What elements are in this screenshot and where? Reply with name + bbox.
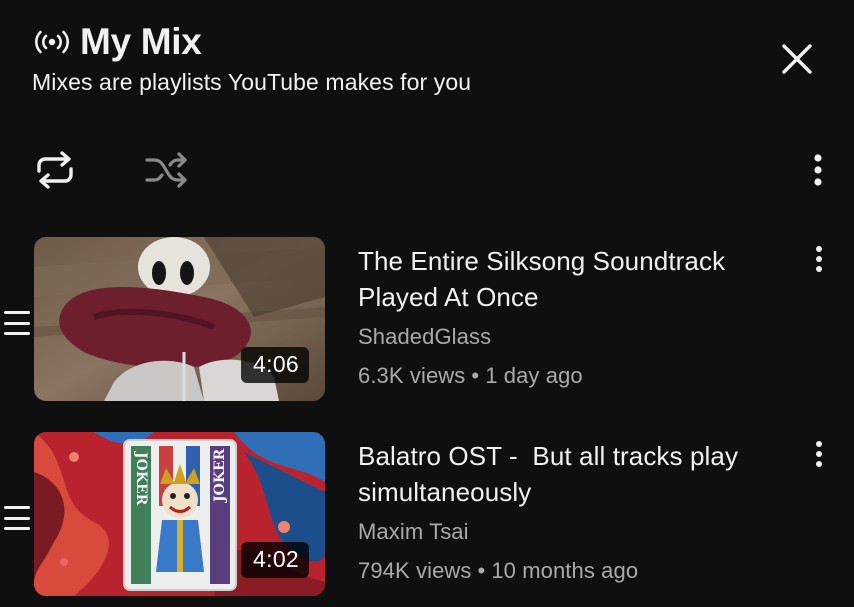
joker-card-text: JOKER	[133, 450, 149, 506]
mix-header: My Mix Mixes are playlists YouTube makes…	[32, 21, 854, 96]
shuffle-button[interactable]	[142, 146, 192, 194]
video-duration: 4:06	[241, 347, 309, 383]
view-count: 794K views	[358, 558, 472, 583]
close-icon	[782, 44, 812, 74]
video-title-line: Balatro OST - But all tracks play	[358, 441, 739, 471]
video-title-line: simultaneously	[358, 477, 532, 507]
broadcast-icon	[32, 30, 72, 54]
video-more-button[interactable]	[806, 241, 832, 277]
title-row: My Mix	[32, 21, 854, 62]
view-count: 6.3K views	[358, 363, 466, 388]
video-title-line: The Entire Silksong Soundtrack	[358, 246, 726, 276]
mix-panel: My Mix Mixes are playlists YouTube makes…	[0, 0, 854, 607]
video-thumbnail[interactable]: JOKER JOKER 4:02	[34, 432, 325, 596]
video-thumbnail[interactable]: 4:06	[34, 237, 325, 401]
video-meta: Balatro OST - But all tracks play simult…	[358, 438, 788, 584]
shuffle-icon	[145, 152, 187, 188]
video-stats: 794K views • 10 months ago	[358, 558, 788, 584]
playlist-item[interactable]: JOKER JOKER 4:02 Balatro OST - But all t…	[0, 432, 854, 598]
more-vertical-icon	[816, 441, 822, 467]
video-title-line: Played At Once	[358, 282, 539, 312]
video-duration: 4:02	[241, 542, 309, 578]
close-button[interactable]	[776, 38, 818, 80]
separator-dot: •	[477, 558, 486, 583]
playlist-item[interactable]: 4:06 The Entire Silksong Soundtrack Play…	[0, 237, 854, 403]
loop-button[interactable]	[30, 146, 80, 194]
upload-age: 10 months ago	[491, 558, 639, 583]
video-title[interactable]: The Entire Silksong Soundtrack Played At…	[358, 243, 788, 315]
drag-handle-icon[interactable]	[4, 506, 30, 530]
video-stats: 6.3K views • 1 day ago	[358, 363, 788, 389]
drag-handle-icon[interactable]	[4, 311, 30, 335]
upload-age: 1 day ago	[485, 363, 583, 388]
playlist-controls	[30, 146, 830, 194]
more-vertical-icon	[816, 246, 822, 272]
more-vertical-icon	[814, 154, 822, 186]
channel-name: ShadedGlass	[358, 324, 492, 349]
video-meta: The Entire Silksong Soundtrack Played At…	[358, 243, 788, 389]
page-subtitle: Mixes are playlists YouTube makes for yo…	[32, 69, 472, 95]
joker-card-text: JOKER	[212, 448, 228, 504]
separator-dot: •	[471, 363, 480, 388]
video-title[interactable]: Balatro OST - But all tracks play simult…	[358, 438, 788, 510]
playlist-more-button[interactable]	[800, 146, 836, 194]
page-title: My Mix	[80, 21, 202, 62]
loop-icon	[37, 151, 73, 189]
video-more-button[interactable]	[806, 436, 832, 472]
channel-name: Maxim Tsai	[358, 519, 469, 544]
